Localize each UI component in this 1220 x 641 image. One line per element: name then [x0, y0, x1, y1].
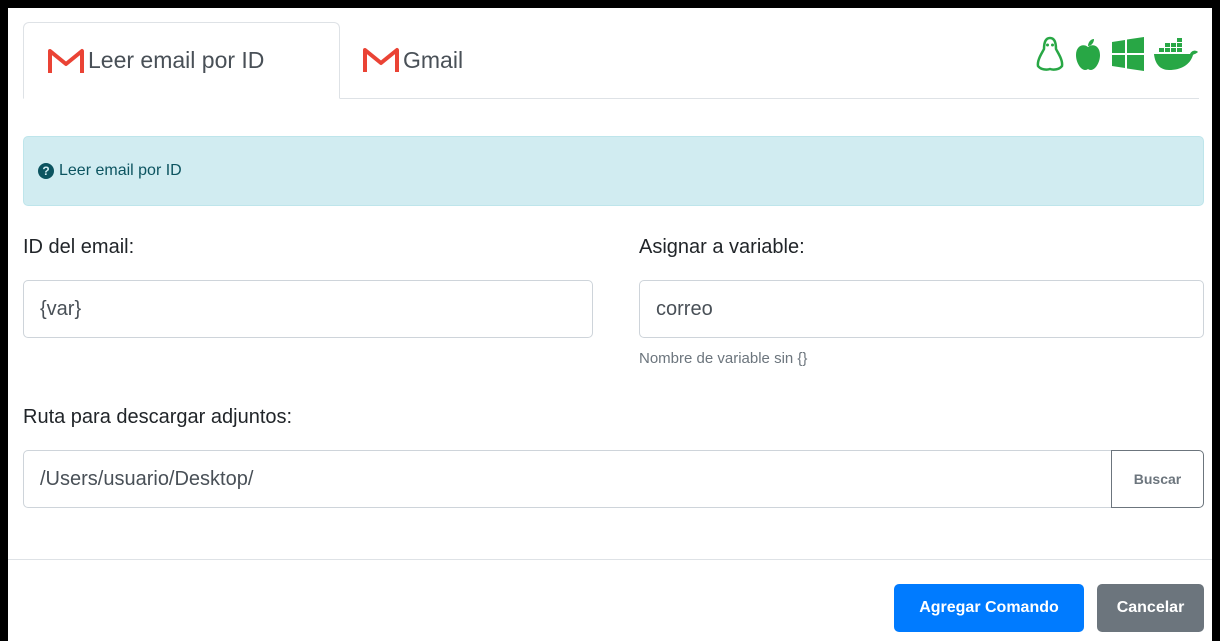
tab-label: Gmail — [403, 46, 464, 73]
footer-divider — [8, 559, 1212, 560]
assign-variable-input[interactable]: correo — [639, 280, 1204, 338]
info-alert: ? Leer email por ID — [23, 136, 1204, 206]
tab-gmail[interactable]: Gmail — [363, 22, 463, 98]
tab-bar: Leer email por ID Gmail — [23, 22, 1199, 99]
apple-icon — [1073, 36, 1103, 77]
add-command-button[interactable]: Agregar Comando — [894, 584, 1084, 632]
tab-label: Leer email por ID — [88, 47, 265, 73]
assign-variable-label: Asignar a variable: — [639, 236, 805, 258]
tab-leer-email-por-id[interactable]: Leer email por ID — [23, 22, 340, 99]
variable-hint: Nombre de variable sin {} — [639, 350, 808, 367]
question-circle-icon: ? — [38, 163, 54, 179]
docker-icon — [1153, 36, 1199, 77]
alert-text: Leer email por ID — [59, 162, 182, 179]
cancel-button[interactable]: Cancelar — [1097, 584, 1204, 632]
windows-icon — [1111, 37, 1145, 76]
gmail-icon — [363, 48, 399, 72]
os-support-icons — [1035, 36, 1199, 77]
email-id-label: ID del email: — [23, 236, 135, 258]
download-path-label: Ruta para descargar adjuntos: — [23, 406, 293, 428]
download-path-input[interactable]: /Users/usuario/Desktop/ — [23, 450, 1112, 508]
email-id-input[interactable]: {var} — [23, 280, 593, 338]
gmail-icon — [48, 48, 84, 73]
linux-icon — [1035, 36, 1065, 77]
browse-button[interactable]: Buscar — [1111, 450, 1204, 508]
command-dialog: Leer email por ID Gmail ? Leer email por… — [8, 8, 1212, 641]
